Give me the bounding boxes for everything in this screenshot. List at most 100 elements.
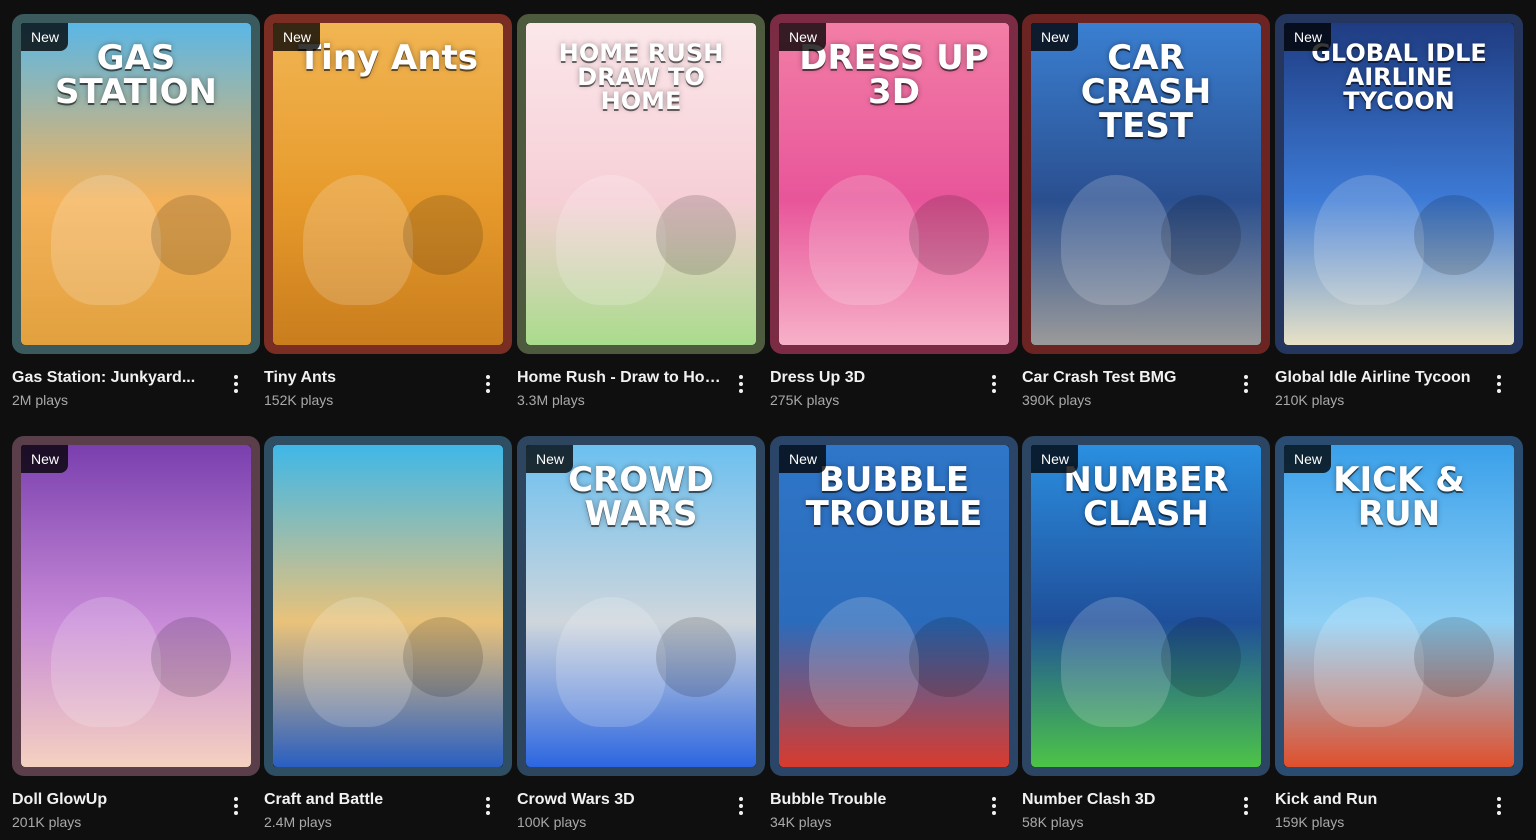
more-options-dot	[234, 797, 238, 801]
game-meta: Number Clash 3D 58K plays	[1022, 790, 1270, 840]
game-artwork: CAR CRASH TEST	[1031, 23, 1261, 345]
more-options-dot	[1497, 804, 1501, 808]
game-card-home-rush-draw-to-home[interactable]: HOME RUSH DRAW TO HOME Home Rush - Draw t…	[517, 14, 765, 418]
game-card-global-idle-airline-tycoon[interactable]: GLOBAL IDLE AIRLINE TYCOON New Global Idle…	[1275, 14, 1523, 418]
game-title[interactable]: Dress Up 3D	[770, 368, 980, 388]
game-title[interactable]: Home Rush - Draw to Home	[517, 368, 727, 388]
new-badge: New	[273, 23, 321, 51]
game-meta: Dress Up 3D 275K plays	[770, 368, 1018, 418]
more-options-dot	[486, 797, 490, 801]
artwork-logo-text: GAS STATION	[55, 38, 217, 112]
game-title[interactable]: Car Crash Test BMG	[1022, 368, 1232, 388]
game-thumbnail[interactable]: CAR CRASH TEST New	[1022, 14, 1270, 354]
game-play-count: 275K plays	[770, 392, 840, 408]
artwork-logo-text: GLOBAL IDLE AIRLINE TYCOON	[1311, 39, 1487, 115]
game-title[interactable]: Number Clash 3D	[1022, 790, 1232, 810]
more-options-dot	[1244, 797, 1248, 801]
game-play-count: 100K plays	[517, 814, 587, 830]
game-play-count: 58K plays	[1022, 814, 1084, 830]
game-thumbnail[interactable]: GLOBAL IDLE AIRLINE TYCOON New	[1275, 14, 1523, 354]
game-title[interactable]: Crowd Wars 3D	[517, 790, 727, 810]
more-options-icon[interactable]	[476, 794, 500, 818]
game-thumbnail[interactable]: DRESS UP 3D New	[770, 14, 1018, 354]
new-badge: New	[1031, 23, 1079, 51]
more-options-icon[interactable]	[1234, 794, 1258, 818]
more-options-icon[interactable]	[982, 794, 1006, 818]
game-thumbnail[interactable]: NUMBER CLASH New	[1022, 436, 1270, 776]
game-card-doll-glowup[interactable]: New Doll GlowUp 201K plays	[12, 436, 260, 840]
game-title[interactable]: Craft and Battle	[264, 790, 474, 810]
game-thumbnail[interactable]: New	[12, 436, 260, 776]
artwork-logo-text: CROWD WARS	[568, 460, 714, 534]
game-thumbnail[interactable]: KICK & RUN New	[1275, 436, 1523, 776]
game-card-kick-and-run[interactable]: KICK & RUN New Kick and Run 159K plays	[1275, 436, 1523, 840]
artwork-logo-text: CAR CRASH TEST	[1080, 38, 1212, 146]
game-card-craft-and-battle[interactable]: Craft and Battle 2.4M plays	[264, 436, 512, 840]
more-options-dot	[486, 811, 490, 815]
game-title[interactable]: Gas Station: Junkyard...	[12, 368, 222, 388]
game-card-number-clash-3d[interactable]: NUMBER CLASH New Number Clash 3D 58K plays	[1022, 436, 1270, 840]
game-card-crowd-wars-3d[interactable]: CROWD WARS New Crowd Wars 3D 100K plays	[517, 436, 765, 840]
artwork-character-shape	[51, 175, 161, 305]
game-meta: Craft and Battle 2.4M plays	[264, 790, 512, 840]
games-grid: GAS STATION New Gas Station: Junkyard... 2M…	[0, 0, 1536, 839]
more-options-icon[interactable]	[982, 372, 1006, 396]
artwork-object-shape	[1414, 195, 1494, 275]
more-options-icon[interactable]	[1487, 794, 1511, 818]
more-options-dot	[1497, 811, 1501, 815]
game-thumbnail[interactable]: Tiny Ants New	[264, 14, 512, 354]
more-options-dot	[739, 797, 743, 801]
game-meta: Crowd Wars 3D 100K plays	[517, 790, 765, 840]
game-meta: Tiny Ants 152K plays	[264, 368, 512, 418]
more-options-dot	[486, 804, 490, 808]
game-card-gas-station-junkyard[interactable]: GAS STATION New Gas Station: Junkyard... 2M…	[12, 14, 260, 418]
game-title[interactable]: Kick and Run	[1275, 790, 1485, 810]
artwork-object-shape	[1414, 617, 1494, 697]
more-options-dot	[739, 375, 743, 379]
new-badge: New	[779, 23, 827, 51]
game-card-tiny-ants[interactable]: Tiny Ants New Tiny Ants 152K plays	[264, 14, 512, 418]
more-options-icon[interactable]	[476, 372, 500, 396]
game-title[interactable]: Tiny Ants	[264, 368, 474, 388]
artwork-character-shape	[1061, 175, 1171, 305]
artwork-logo-text: DRESS UP 3D	[799, 38, 989, 112]
game-play-count: 152K plays	[264, 392, 334, 408]
game-play-count: 159K plays	[1275, 814, 1345, 830]
game-play-count: 2.4M plays	[264, 814, 332, 830]
game-title[interactable]: Bubble Trouble	[770, 790, 980, 810]
more-options-dot	[1244, 811, 1248, 815]
more-options-icon[interactable]	[729, 372, 753, 396]
game-meta: Car Crash Test BMG 390K plays	[1022, 368, 1270, 418]
more-options-dot	[992, 389, 996, 393]
game-meta: Global Idle Airline Tycoon 210K plays	[1275, 368, 1523, 418]
more-options-dot	[486, 382, 490, 386]
game-card-dress-up-3d[interactable]: DRESS UP 3D New Dress Up 3D 275K plays	[770, 14, 1018, 418]
game-thumbnail[interactable]	[264, 436, 512, 776]
more-options-dot	[1497, 389, 1501, 393]
game-thumbnail[interactable]: BUBBLE TROUBLE New	[770, 436, 1018, 776]
game-thumbnail[interactable]: CROWD WARS New	[517, 436, 765, 776]
game-thumbnail[interactable]: HOME RUSH DRAW TO HOME	[517, 14, 765, 354]
artwork-character-shape	[1061, 597, 1171, 727]
more-options-icon[interactable]	[224, 372, 248, 396]
artwork-object-shape	[1161, 617, 1241, 697]
artwork-logo-text: KICK & RUN	[1333, 460, 1465, 534]
game-play-count: 2M plays	[12, 392, 69, 408]
more-options-dot	[739, 389, 743, 393]
more-options-icon[interactable]	[1234, 372, 1258, 396]
more-options-dot	[486, 389, 490, 393]
new-badge: New	[1284, 445, 1332, 473]
more-options-icon[interactable]	[1487, 372, 1511, 396]
game-title[interactable]: Doll GlowUp	[12, 790, 222, 810]
game-thumbnail[interactable]: GAS STATION New	[12, 14, 260, 354]
more-options-dot	[234, 811, 238, 815]
more-options-icon[interactable]	[224, 794, 248, 818]
game-artwork: GAS STATION	[21, 23, 251, 345]
game-card-car-crash-test-bmg[interactable]: CAR CRASH TEST New Car Crash Test BMG 390K …	[1022, 14, 1270, 418]
game-play-count: 390K plays	[1022, 392, 1092, 408]
more-options-icon[interactable]	[729, 794, 753, 818]
new-badge: New	[1031, 445, 1079, 473]
game-title[interactable]: Global Idle Airline Tycoon	[1275, 368, 1485, 388]
game-card-bubble-trouble[interactable]: BUBBLE TROUBLE New Bubble Trouble 34K plays	[770, 436, 1018, 840]
artwork-logo-text: BUBBLE TROUBLE	[805, 460, 983, 534]
